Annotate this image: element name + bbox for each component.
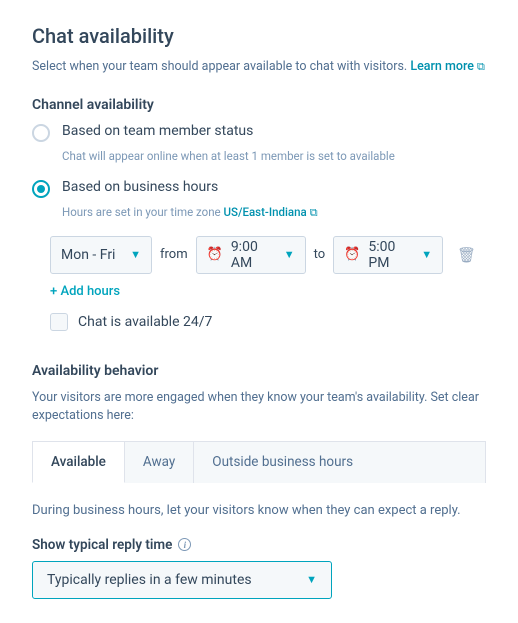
availability-behavior-desc: Your visitors are more engaged when they… <box>32 389 486 427</box>
tab-available-desc: During business hours, let your visitors… <box>32 501 486 521</box>
chevron-down-icon: ▼ <box>130 248 141 261</box>
availability-behavior-heading: Availability behavior <box>32 363 486 379</box>
external-link-icon: ⧉ <box>310 205 318 222</box>
days-select[interactable]: Mon - Fri ▼ <box>50 236 152 274</box>
chevron-down-icon: ▼ <box>306 573 317 586</box>
radio-team-member-status-help: Chat will appear online when at least 1 … <box>62 148 486 165</box>
info-icon[interactable]: i <box>178 538 191 551</box>
radio-business-hours[interactable] <box>32 180 50 198</box>
delete-hours-icon[interactable]: 🗑 <box>457 246 476 264</box>
page-subtitle: Select when your team should appear avai… <box>32 58 486 77</box>
reply-time-label: Show typical reply time i <box>32 537 486 553</box>
radio-business-hours-help: Hours are set in your time zone US/East-… <box>62 204 486 222</box>
clock-icon: ⏰ <box>207 247 223 262</box>
end-time-select[interactable]: ⏰ 5:00 PM ▼ <box>333 236 443 274</box>
always-available-checkbox[interactable] <box>50 313 68 331</box>
tab-away[interactable]: Away <box>125 441 194 483</box>
radio-team-member-status-label: Based on team member status <box>62 123 253 139</box>
from-label: from <box>160 247 188 262</box>
radio-team-member-status[interactable] <box>32 124 50 142</box>
always-available-label: Chat is available 24/7 <box>78 314 212 330</box>
to-label: to <box>314 247 326 262</box>
external-link-icon: ⧉ <box>477 59 485 76</box>
tab-available[interactable]: Available <box>32 441 125 483</box>
clock-icon: ⏰ <box>344 247 360 262</box>
radio-business-hours-label: Based on business hours <box>62 179 218 195</box>
timezone-link[interactable]: US/East-Indiana⧉ <box>224 205 318 219</box>
channel-availability-heading: Channel availability <box>32 97 486 113</box>
page-title: Chat availability <box>32 24 486 48</box>
behavior-tabs: Available Away Outside business hours <box>32 440 486 483</box>
chevron-down-icon: ▼ <box>421 248 432 261</box>
start-time-select[interactable]: ⏰ 9:00 AM ▼ <box>196 236 306 274</box>
add-hours-button[interactable]: + Add hours <box>50 284 486 299</box>
learn-more-link[interactable]: Learn more⧉ <box>410 59 485 74</box>
chevron-down-icon: ▼ <box>284 248 295 261</box>
tab-outside-hours[interactable]: Outside business hours <box>194 441 486 483</box>
reply-time-select[interactable]: Typically replies in a few minutes ▼ <box>32 561 332 599</box>
